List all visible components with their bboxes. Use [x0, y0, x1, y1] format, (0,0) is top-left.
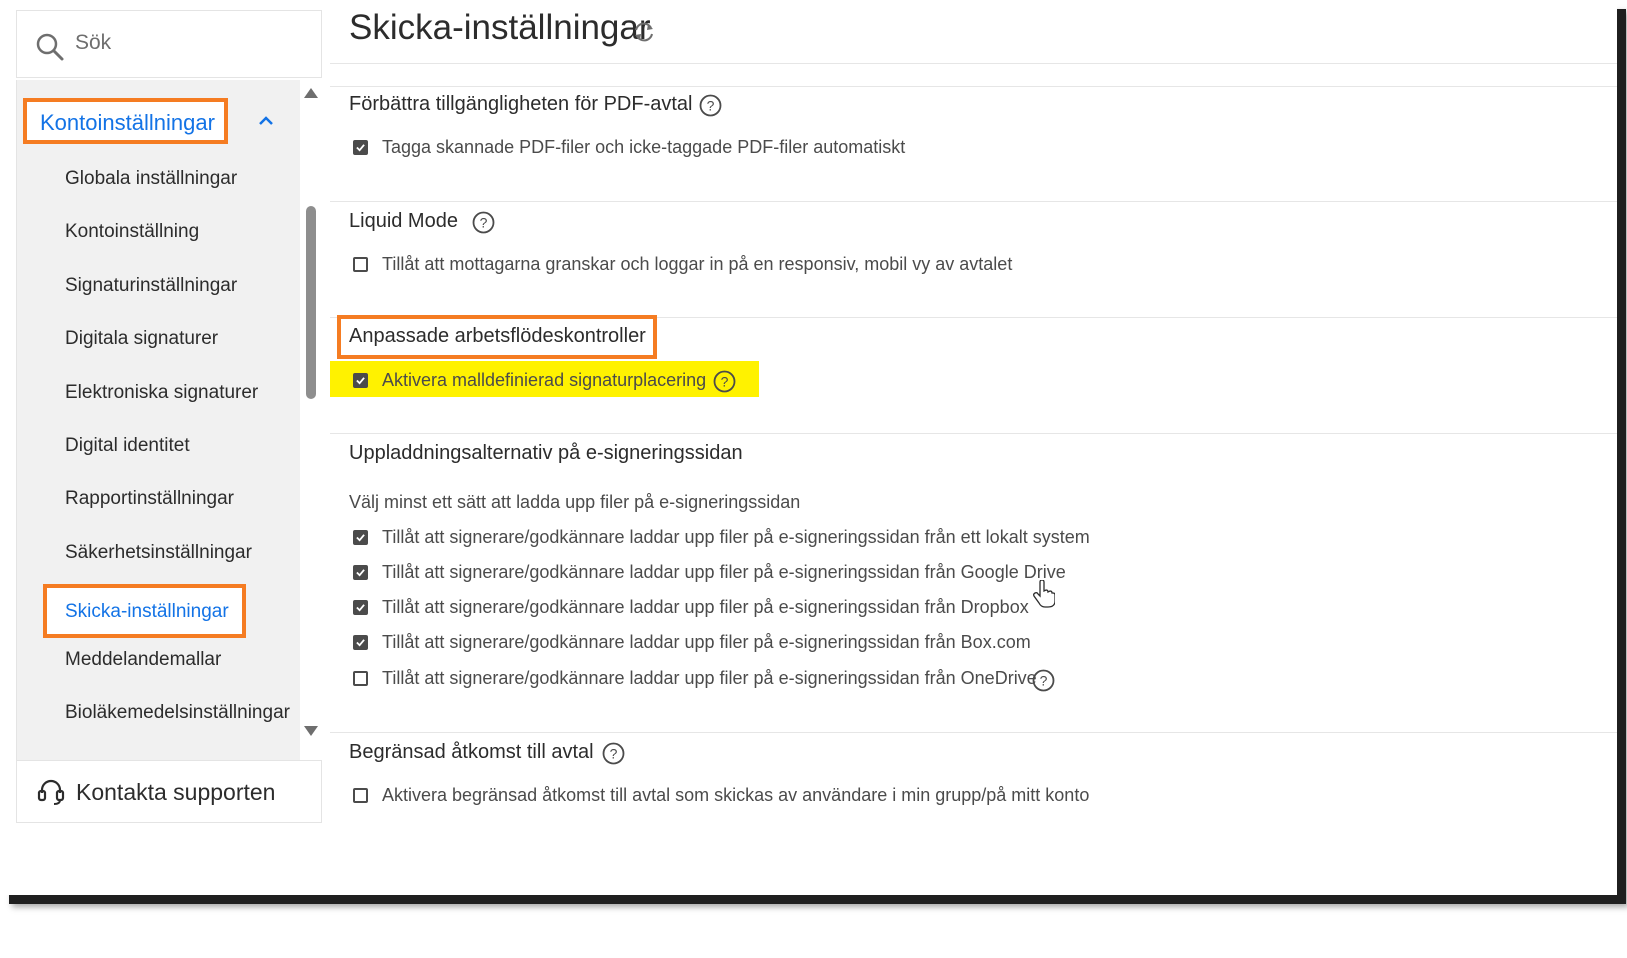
page-title: Skicka-inställningar [349, 8, 651, 47]
checkbox-label: Tillåt att signerare/godkännare laddar u… [382, 668, 1037, 688]
refresh-icon[interactable] [632, 20, 656, 44]
checkbox-limited-access[interactable] [353, 788, 368, 803]
checkbox-label: Tillåt att signerare/godkännare laddar u… [382, 597, 1029, 617]
sidebar-item-digitala-signaturer[interactable]: Digitala signaturer [65, 328, 218, 350]
checkbox-liquid-mode[interactable] [353, 257, 368, 272]
checkbox-label: Tagga skannade PDF-filer och icke-taggad… [382, 137, 906, 157]
svg-text:?: ? [610, 746, 618, 762]
section-title-limited-access: Begränsad åtkomst till avtal [349, 741, 594, 763]
settings-nav: Kontoinställningar Globala inställningar… [16, 80, 300, 768]
nav-group-header[interactable]: Kontoinställningar [23, 98, 228, 144]
app-window: Sök Kontoinställningar Globala inställni… [0, 0, 1617, 895]
sidebar-item-skicka[interactable]: Skicka-inställningar [43, 584, 246, 638]
checkbox-upload-box[interactable] [353, 635, 368, 650]
headset-icon [37, 779, 65, 805]
section-title-liquid-mode: Liquid Mode [349, 210, 458, 232]
checkbox-label: Aktivera begränsad åtkomst till avtal so… [382, 785, 1090, 805]
contact-support-link[interactable]: Kontakta supporten [16, 760, 322, 823]
sidebar-item-signatur[interactable]: Signaturinställningar [65, 275, 237, 297]
sidebar-item-biolakemedel[interactable]: Bioläkemedelsinställningar [65, 702, 290, 724]
sidebar-item-globala[interactable]: Globala inställningar [65, 168, 237, 190]
help-icon[interactable]: ? [472, 211, 495, 234]
divider [330, 433, 1617, 434]
search-placeholder: Sök [75, 31, 112, 54]
checkbox-upload-onedrive[interactable] [353, 671, 368, 686]
contact-support-label: Kontakta supporten [76, 779, 276, 805]
section-title-accessibility: Förbättra tillgängligheten för PDF-avtal [349, 93, 693, 115]
help-icon[interactable]: ? [713, 370, 736, 393]
sidebar: Sök Kontoinställningar Globala inställni… [16, 10, 322, 858]
scrollbar-thumb[interactable] [306, 206, 316, 399]
scroll-down-arrow-icon[interactable] [304, 726, 318, 736]
divider [330, 201, 1617, 202]
search-input[interactable]: Sök [16, 10, 322, 78]
checkbox-label: Tillåt att mottagarna granskar och logga… [382, 254, 1013, 274]
sidebar-item-sakerhet[interactable]: Säkerhetsinställningar [65, 542, 252, 564]
checkbox-label: Tillåt att signerare/godkännare laddar u… [382, 632, 1031, 652]
main-content: Skicka-inställningar Förbättra tillgängl… [330, 0, 1617, 880]
svg-text:?: ? [721, 374, 729, 390]
help-icon[interactable]: ? [699, 94, 722, 117]
chevron-up-icon[interactable] [257, 114, 275, 126]
checkbox-upload-dropbox[interactable] [353, 600, 368, 615]
section-title-upload-options: Uppladdningsalternativ på e-signeringssi… [349, 442, 743, 464]
divider [330, 63, 1617, 64]
sidebar-item-rapport[interactable]: Rapportinställningar [65, 488, 234, 510]
checkbox-label: Tillåt att signerare/godkännare laddar u… [382, 527, 1090, 547]
nav-group-label: Kontoinställningar [40, 110, 215, 135]
sidebar-item-elektroniska-signaturer[interactable]: Elektroniska signaturer [65, 382, 258, 404]
svg-text:?: ? [1040, 673, 1048, 689]
divider [330, 86, 1617, 87]
section-title-workflow-controls: Anpassade arbetsflödeskontroller [349, 325, 646, 347]
checkbox-template-signature-placement[interactable] [353, 373, 368, 388]
section-description: Välj minst ett sätt att ladda upp filer … [349, 492, 801, 512]
checkbox-upload-google-drive[interactable] [353, 565, 368, 580]
sidebar-item-skicka-label: Skicka-inställningar [65, 601, 229, 622]
sidebar-item-digital-identitet[interactable]: Digital identitet [65, 435, 190, 457]
scroll-up-arrow-icon[interactable] [304, 88, 318, 98]
checkbox-auto-tag-pdf[interactable] [353, 140, 368, 155]
help-icon[interactable]: ? [1032, 669, 1055, 692]
divider [330, 732, 1617, 733]
search-icon [36, 33, 64, 61]
hand-cursor-icon [1033, 580, 1055, 608]
checkbox-upload-local[interactable] [353, 530, 368, 545]
sidebar-scrollbar[interactable] [300, 80, 322, 768]
sidebar-item-meddelandemallar[interactable]: Meddelandemallar [65, 649, 221, 671]
sidebar-item-kontoinstallning[interactable]: Kontoinställning [65, 221, 199, 243]
svg-text:?: ? [707, 98, 715, 114]
checkbox-label: Aktivera malldefinierad signaturplacerin… [382, 370, 707, 390]
help-icon[interactable]: ? [602, 742, 625, 765]
checkbox-label: Tillåt att signerare/godkännare laddar u… [382, 562, 1066, 582]
svg-text:?: ? [480, 215, 488, 231]
